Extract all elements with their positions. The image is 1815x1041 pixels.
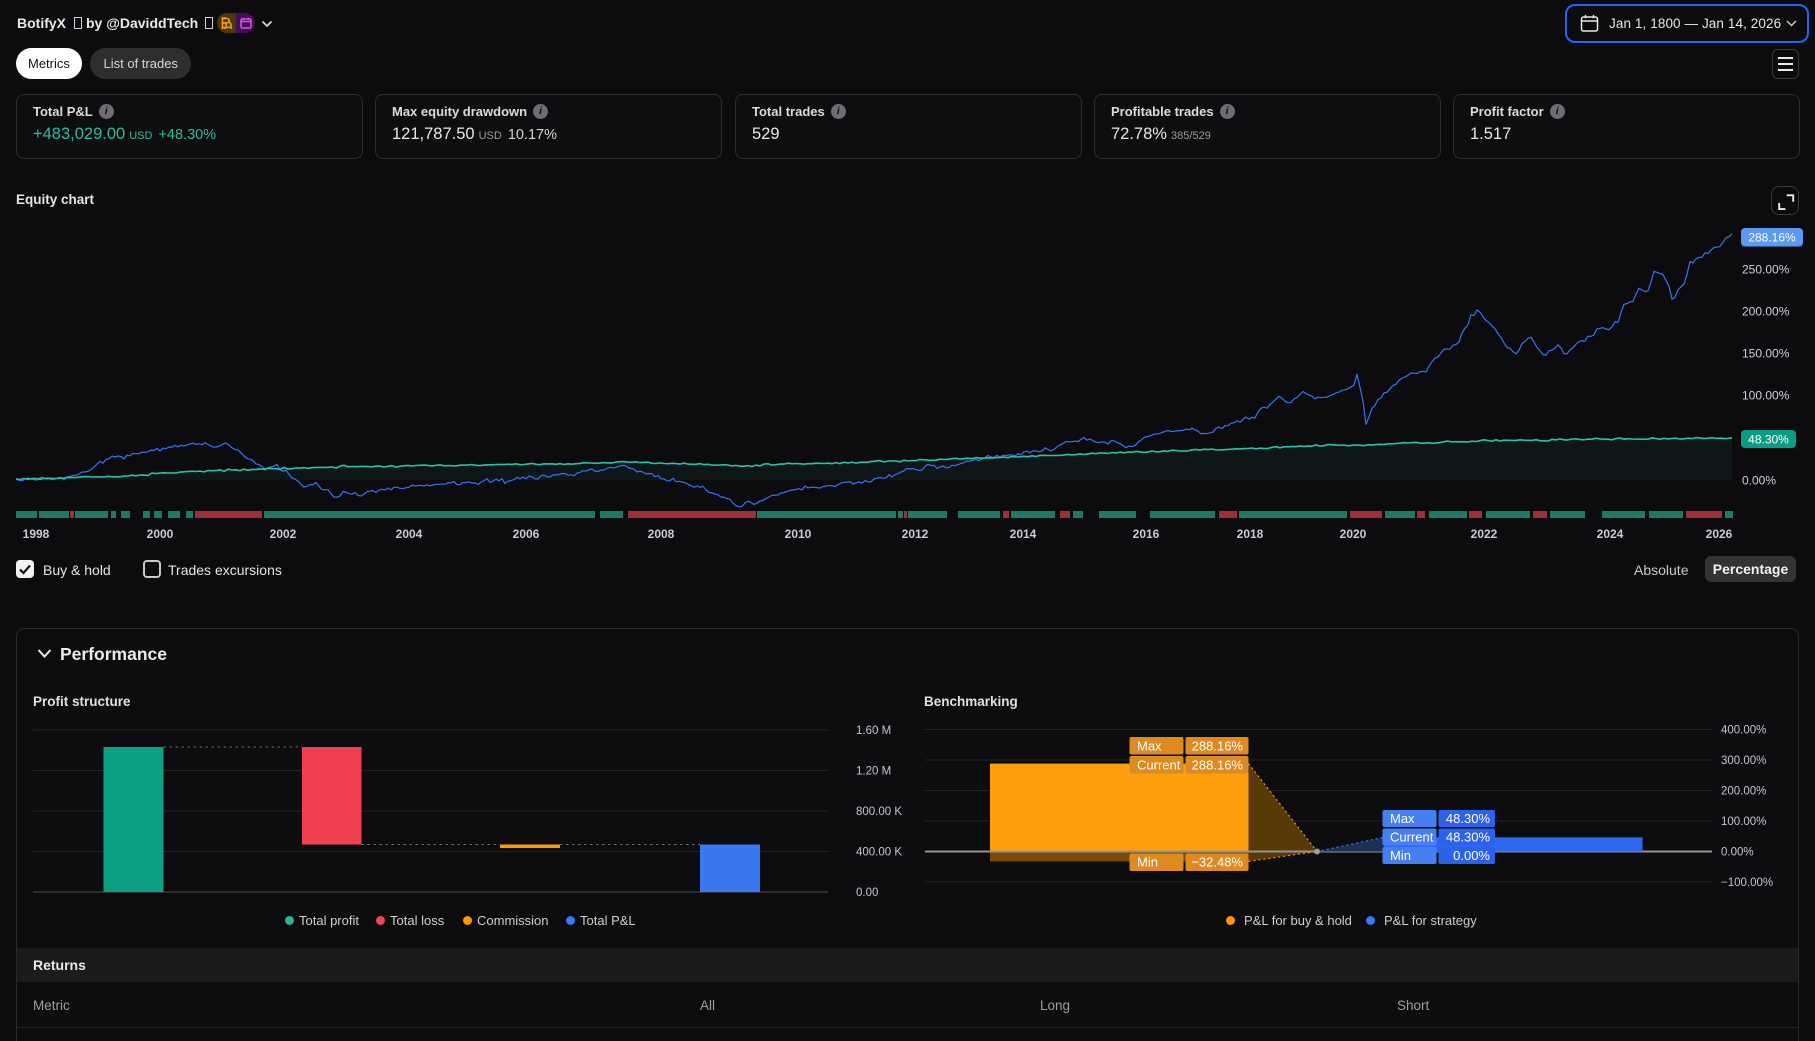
svg-text:Min: Min — [1137, 855, 1158, 870]
svg-text:P&L for buy & hold: P&L for buy & hold — [1244, 913, 1352, 928]
svg-text:Current: Current — [1390, 830, 1434, 845]
svg-text:P&L for strategy: P&L for strategy — [1384, 913, 1477, 928]
svg-text:Current: Current — [1137, 758, 1181, 773]
svg-text:100.00%: 100.00% — [1721, 816, 1766, 828]
svg-text:288.16%: 288.16% — [1192, 758, 1244, 773]
svg-text:48.30%: 48.30% — [1446, 830, 1491, 845]
svg-text:Min: Min — [1390, 848, 1411, 863]
svg-text:288.16%: 288.16% — [1192, 739, 1244, 754]
svg-text:300.00%: 300.00% — [1721, 755, 1766, 767]
svg-text:Max: Max — [1137, 739, 1162, 754]
svg-text:−100.00%: −100.00% — [1721, 877, 1773, 889]
svg-text:0.00%: 0.00% — [1721, 847, 1754, 859]
svg-text:200.00%: 200.00% — [1721, 786, 1766, 798]
svg-text:0.00%: 0.00% — [1453, 848, 1490, 863]
svg-text:−32.48%: −32.48% — [1191, 855, 1243, 870]
svg-text:48.30%: 48.30% — [1446, 811, 1491, 826]
svg-text:400.00%: 400.00% — [1721, 725, 1766, 737]
svg-text:Max: Max — [1390, 811, 1415, 826]
